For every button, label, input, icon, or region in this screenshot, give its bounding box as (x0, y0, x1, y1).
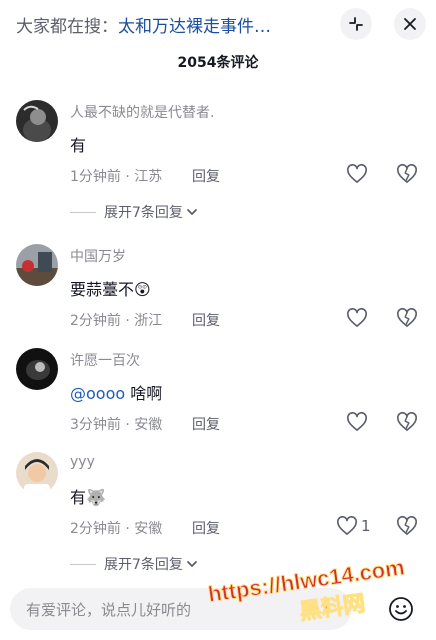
comment-text-body: 啥啊 (125, 384, 163, 403)
dislike-button[interactable] (396, 516, 418, 540)
search-suggestion-prefix: 大家都在搜： (16, 17, 118, 37)
username[interactable]: yyy (70, 454, 95, 470)
avatar[interactable] (16, 348, 58, 390)
dislike-button[interactable] (396, 308, 418, 332)
comment-meta: 2分钟前 · 安徽 (70, 521, 163, 537)
comment-text-body: 要蒜薹不 (70, 280, 135, 299)
heart-icon (347, 412, 367, 431)
expand-replies-button[interactable]: 展开7条回复 (70, 202, 199, 222)
broken-heart-icon (397, 412, 417, 431)
broken-heart-icon (397, 308, 417, 327)
like-button[interactable] (346, 308, 368, 328)
like-button[interactable] (346, 164, 368, 184)
comment-text: 有🐺 (70, 484, 106, 508)
surprised-emoji: 😲 (134, 280, 151, 299)
comment-text-body: 有 (70, 136, 87, 155)
emoji-button[interactable] (388, 596, 414, 626)
comment-meta: 1分钟前 · 江苏 (70, 169, 163, 185)
heart-icon (337, 516, 357, 535)
expand-divider (70, 563, 96, 565)
wolf-emoji: 🐺 (86, 488, 106, 507)
close-button[interactable] (394, 8, 426, 40)
reply-button[interactable]: 回复 (192, 518, 220, 538)
heart-icon (347, 308, 367, 327)
search-suggestion[interactable]: 大家都在搜：太和万达裸走事件… (16, 12, 271, 37)
comment-meta: 3分钟前 · 安徽 (70, 417, 163, 433)
avatar[interactable] (16, 100, 58, 142)
expand-replies-label: 展开7条回复 (104, 557, 183, 573)
username[interactable]: 许愿一百次 (70, 350, 140, 370)
reply-button[interactable]: 回复 (192, 414, 220, 434)
reply-button[interactable]: 回复 (192, 166, 220, 186)
comment-text-body: 有 (70, 488, 87, 507)
minimize-button[interactable] (340, 8, 372, 40)
mention-link[interactable]: @oooo (70, 384, 125, 403)
top-bar: 大家都在搜：太和万达裸走事件… (0, 0, 436, 48)
dislike-button[interactable] (396, 164, 418, 188)
broken-heart-icon (397, 164, 417, 183)
chevron-down-icon (187, 561, 197, 567)
comment-text: 要蒜薹不😲 (70, 276, 151, 300)
expand-divider (70, 211, 96, 213)
close-icon (404, 18, 416, 30)
comment-text: @oooo 啥啊 (70, 380, 162, 404)
comment-input[interactable]: 有爱评论，说点儿好听的 (10, 588, 352, 630)
heart-icon (347, 164, 367, 183)
broken-heart-icon (397, 516, 417, 535)
chevron-down-icon (187, 209, 197, 215)
like-button[interactable]: 1 (336, 516, 371, 536)
minimize-icon (349, 17, 363, 31)
username[interactable]: 中国万岁 (70, 246, 126, 266)
expand-replies-label: 展开7条回复 (104, 205, 183, 221)
reply-button[interactable]: 回复 (192, 310, 220, 330)
avatar[interactable] (16, 244, 58, 286)
smiley-icon (389, 597, 413, 621)
like-button[interactable] (346, 412, 368, 432)
like-count: 1 (361, 517, 371, 535)
username[interactable]: 人最不缺的就是代替者. (70, 102, 214, 122)
comment-count-title: 2054条评论 (177, 55, 259, 71)
comment-meta: 2分钟前 · 浙江 (70, 313, 163, 329)
comment-input-placeholder: 有爱评论，说点儿好听的 (26, 601, 192, 619)
avatar[interactable] (16, 452, 58, 494)
comment-text: 有 (70, 132, 86, 156)
search-suggestion-topic[interactable]: 太和万达裸走事件… (118, 17, 271, 37)
dislike-button[interactable] (396, 412, 418, 436)
expand-replies-button[interactable]: 展开7条回复 (70, 554, 199, 574)
